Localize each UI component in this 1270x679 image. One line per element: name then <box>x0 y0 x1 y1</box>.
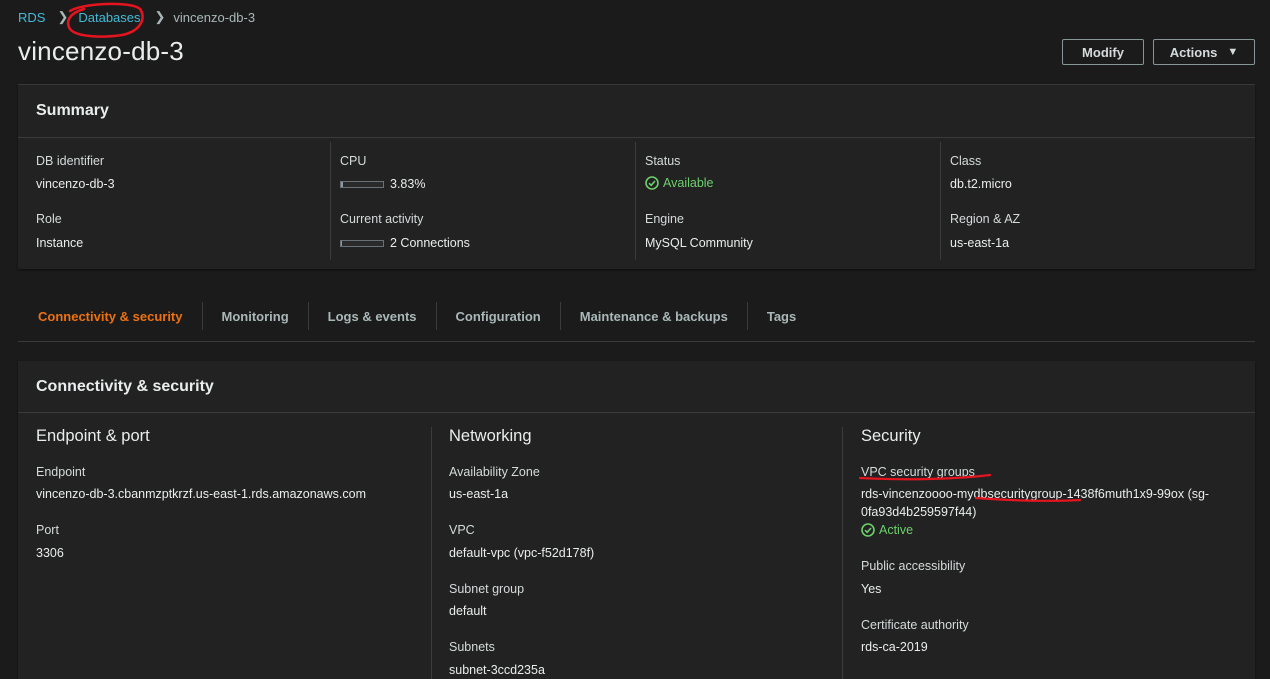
certificate-authority-label: Certificate authority <box>861 618 969 632</box>
cpu-value: 3.83% <box>390 177 426 191</box>
actions-button[interactable]: Actions ▼ <box>1153 39 1255 65</box>
caret-down-icon: ▼ <box>1227 46 1239 58</box>
actions-label: Actions <box>1169 44 1218 60</box>
column-divider <box>330 142 331 260</box>
tab-maintenance-backups[interactable]: Maintenance & backups <box>559 302 747 330</box>
page-title: vincenzo-db-3 <box>18 36 184 66</box>
summary-heading: Summary <box>36 102 109 119</box>
availability-zone-value: us-east-1a <box>449 487 509 501</box>
endpoint-port-heading: Endpoint & port <box>36 427 150 445</box>
subnets-label: Subnets <box>449 640 495 654</box>
divider <box>18 137 1255 138</box>
tab-logs-events[interactable]: Logs & events <box>307 302 436 330</box>
cpu-value-row: 3.83% <box>340 177 425 191</box>
cpu-progress-fill <box>341 182 343 188</box>
security-heading: Security <box>861 427 921 445</box>
region-label: Region & AZ <box>950 212 1021 226</box>
port-label: Port <box>36 523 59 537</box>
check-circle-icon <box>645 176 659 190</box>
red-underline-annotation <box>974 496 1082 502</box>
connectivity-panel: Connectivity & security Endpoint & port … <box>18 361 1255 679</box>
endpoint-label: Endpoint <box>36 465 86 479</box>
breadcrumb: RDS ❯ Databases ❯ vincenzo-db-3 <box>18 2 256 38</box>
subnet-group-label: Subnet group <box>449 582 525 596</box>
activity-progress-bar <box>340 240 384 248</box>
role-value: Instance <box>36 236 84 250</box>
modify-button[interactable]: Modify <box>1062 39 1144 65</box>
security-group-link-line2[interactable]: 0fa93d4b259597f44) <box>861 505 976 519</box>
column-divider <box>431 427 432 679</box>
column-divider <box>635 142 636 260</box>
red-underline-annotation <box>858 473 992 481</box>
subnet-group-value: default <box>449 604 487 618</box>
current-activity-label: Current activity <box>340 212 424 226</box>
tab-configuration[interactable]: Configuration <box>435 302 560 330</box>
availability-zone-label: Availability Zone <box>449 465 540 479</box>
breadcrumb-current: vincenzo-db-3 <box>173 9 256 25</box>
cpu-label: CPU <box>340 154 367 168</box>
tab-bar: Connectivity & security Monitoring Logs … <box>18 292 1255 340</box>
activity-progress-fill <box>341 241 342 247</box>
db-identifier-label: DB identifier <box>36 154 105 168</box>
breadcrumb-databases-link[interactable]: Databases <box>78 10 140 25</box>
tab-tags[interactable]: Tags <box>746 302 815 330</box>
tab-connectivity-security[interactable]: Connectivity & security <box>18 302 202 330</box>
status-value-row: Available <box>645 176 714 190</box>
current-activity-value: 2 Connections <box>390 236 470 250</box>
security-group-status-row: Active <box>861 523 913 537</box>
networking-heading: Networking <box>449 427 532 445</box>
summary-panel: Summary DB identifier vincenzo-db-3 Role… <box>18 85 1255 269</box>
breadcrumb-databases-wrap: Databases <box>67 2 145 38</box>
vpc-link[interactable]: default-vpc (vpc-f52d178f) <box>449 546 594 560</box>
region-value: us-east-1a <box>950 236 1010 250</box>
divider <box>18 341 1255 342</box>
tab-monitoring[interactable]: Monitoring <box>201 302 308 330</box>
cpu-progress-bar <box>340 181 384 189</box>
public-accessibility-value: Yes <box>861 582 882 596</box>
divider <box>18 412 1255 413</box>
engine-label: Engine <box>645 212 684 226</box>
connectivity-heading: Connectivity & security <box>36 378 214 395</box>
breadcrumb-rds-link[interactable]: RDS <box>18 10 45 25</box>
check-circle-icon <box>861 523 875 537</box>
current-activity-row: 2 Connections <box>340 236 470 250</box>
endpoint-value: vincenzo-db-3.cbanmzptkrzf.us-east-1.rds… <box>36 487 366 501</box>
column-divider <box>940 142 941 260</box>
vpc-label: VPC <box>449 523 475 537</box>
role-label: Role <box>36 212 62 226</box>
status-label: Status <box>645 154 681 168</box>
subnet-link[interactable]: subnet-3ccd235a <box>449 663 545 677</box>
status-value: Available <box>663 176 714 190</box>
certificate-authority-value: rds-ca-2019 <box>861 640 928 654</box>
chevron-right-icon: ❯ <box>154 9 166 24</box>
db-identifier-value: vincenzo-db-3 <box>36 177 115 191</box>
port-value: 3306 <box>36 546 64 560</box>
public-accessibility-label: Public accessibility <box>861 559 966 573</box>
class-value: db.t2.micro <box>950 177 1012 191</box>
security-group-status: Active <box>879 523 914 537</box>
column-divider <box>842 427 843 679</box>
engine-value: MySQL Community <box>645 236 753 250</box>
class-label: Class <box>950 154 982 168</box>
